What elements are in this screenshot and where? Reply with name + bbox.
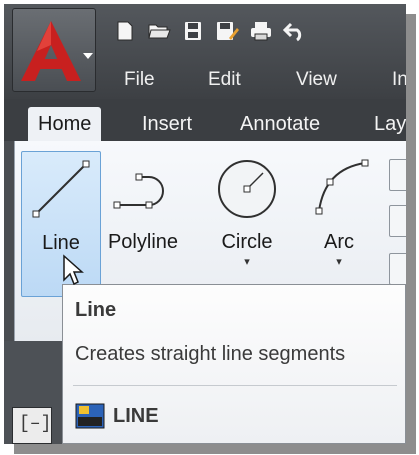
polyline-tool-button[interactable]: Polyline xyxy=(103,151,183,297)
rectangle-tool-icon[interactable] xyxy=(389,159,406,191)
quick-access-toolbar xyxy=(108,16,312,46)
frame-shadow-bottom xyxy=(14,444,416,454)
menu-edit[interactable]: Edit xyxy=(208,66,241,94)
circle-icon xyxy=(218,160,276,218)
document-tab[interactable]: [–] xyxy=(12,407,52,444)
tab-layout[interactable]: Lay xyxy=(364,107,406,141)
autocad-logo-icon xyxy=(21,21,93,81)
menu-bar: File Edit View In xyxy=(104,66,406,94)
line-tool-button[interactable]: Line xyxy=(21,151,101,297)
title-bar: File Edit View In xyxy=(4,4,406,99)
ellipse-tool-icon[interactable] xyxy=(389,205,406,237)
menu-view[interactable]: View xyxy=(296,66,337,94)
autocad-window: File Edit View In Home Insert Annotate L… xyxy=(4,4,406,444)
document-tab-glyph: [–] xyxy=(19,414,52,434)
open-folder-icon[interactable] xyxy=(142,16,176,46)
arc-tool-label: Arc xyxy=(324,231,354,253)
tab-annotate[interactable]: Annotate xyxy=(230,107,330,141)
polyline-tool-label: Polyline xyxy=(107,231,179,253)
circle-dropdown-icon[interactable]: ▾ xyxy=(207,255,287,268)
tab-home[interactable]: Home xyxy=(28,107,102,141)
line-icon xyxy=(32,160,90,218)
circle-tool-button[interactable]: Circle ▾ xyxy=(207,151,287,297)
undo-icon[interactable] xyxy=(278,16,312,46)
ribbon-tab-row: Home Insert Annotate Lay xyxy=(4,99,406,141)
tooltip: Line Creates straight line segments LINE xyxy=(62,284,406,444)
print-icon[interactable] xyxy=(244,16,278,46)
tooltip-command: LINE xyxy=(113,404,159,427)
menu-insert[interactable]: In xyxy=(392,66,406,94)
application-menu-button[interactable] xyxy=(12,8,96,92)
tooltip-command-row: LINE xyxy=(75,401,159,431)
tab-insert[interactable]: Insert xyxy=(132,107,202,141)
line-tool-label: Line xyxy=(42,232,80,254)
tooltip-title: Line xyxy=(75,299,117,321)
polyline-icon xyxy=(113,173,164,209)
command-line-icon xyxy=(75,403,105,429)
new-file-icon[interactable] xyxy=(108,16,142,46)
save-as-icon[interactable] xyxy=(210,16,244,46)
hatch-tool-icon[interactable] xyxy=(389,253,406,285)
arc-icon xyxy=(315,159,369,215)
menu-file[interactable]: File xyxy=(124,66,155,94)
arc-dropdown-icon[interactable]: ▾ xyxy=(299,255,379,268)
frame-shadow-right xyxy=(406,14,416,452)
tooltip-description: Creates straight line segments xyxy=(75,343,346,365)
arc-tool-button[interactable]: Arc ▾ xyxy=(299,151,379,297)
mouse-cursor-icon xyxy=(63,254,84,286)
circle-tool-label: Circle xyxy=(221,231,273,253)
tooltip-divider xyxy=(73,385,397,386)
save-icon[interactable] xyxy=(176,16,210,46)
